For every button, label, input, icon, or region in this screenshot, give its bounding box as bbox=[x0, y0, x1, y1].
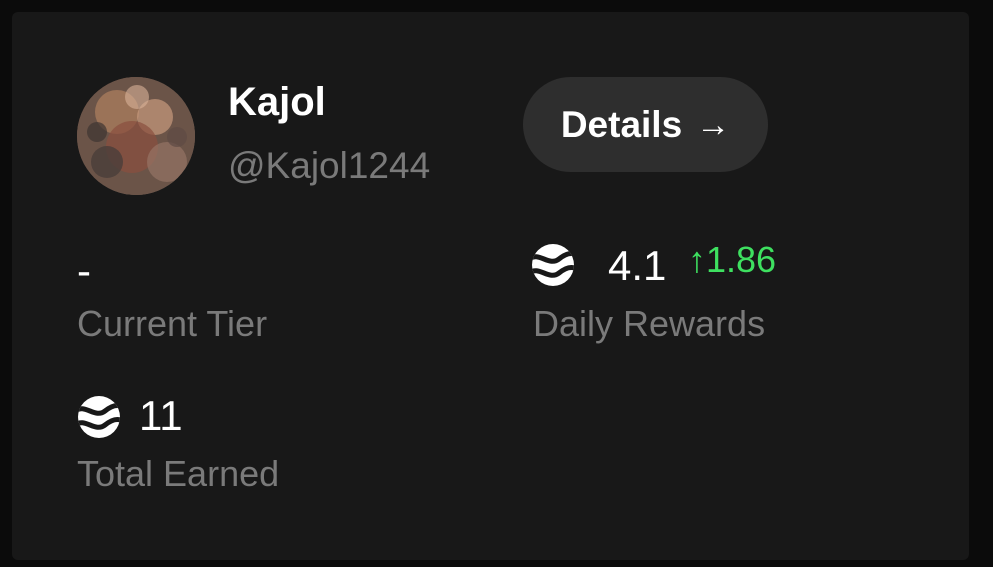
total-earned-label: Total Earned bbox=[77, 453, 280, 494]
user-name: Kajol bbox=[228, 80, 326, 124]
user-handle: @Kajol1244 bbox=[228, 145, 431, 186]
daily-rewards-label: Daily Rewards bbox=[533, 303, 766, 344]
avatar bbox=[77, 77, 195, 195]
token-coin-icon bbox=[532, 244, 574, 286]
total-earned-value: 11 bbox=[139, 392, 183, 439]
current-tier-label: Current Tier bbox=[77, 303, 268, 344]
details-button[interactable]: Details → bbox=[523, 77, 768, 172]
arrow-right-icon: → bbox=[696, 105, 731, 144]
daily-rewards-value: 4.1 bbox=[608, 242, 667, 289]
rewards-card: Kajol @Kajol1244 Details → - Current Tie… bbox=[12, 12, 969, 560]
daily-rewards-change: ↑1.86 bbox=[688, 239, 777, 280]
current-tier-value: - bbox=[77, 247, 91, 294]
details-button-label: Details bbox=[560, 103, 683, 145]
token-coin-icon bbox=[78, 396, 120, 438]
